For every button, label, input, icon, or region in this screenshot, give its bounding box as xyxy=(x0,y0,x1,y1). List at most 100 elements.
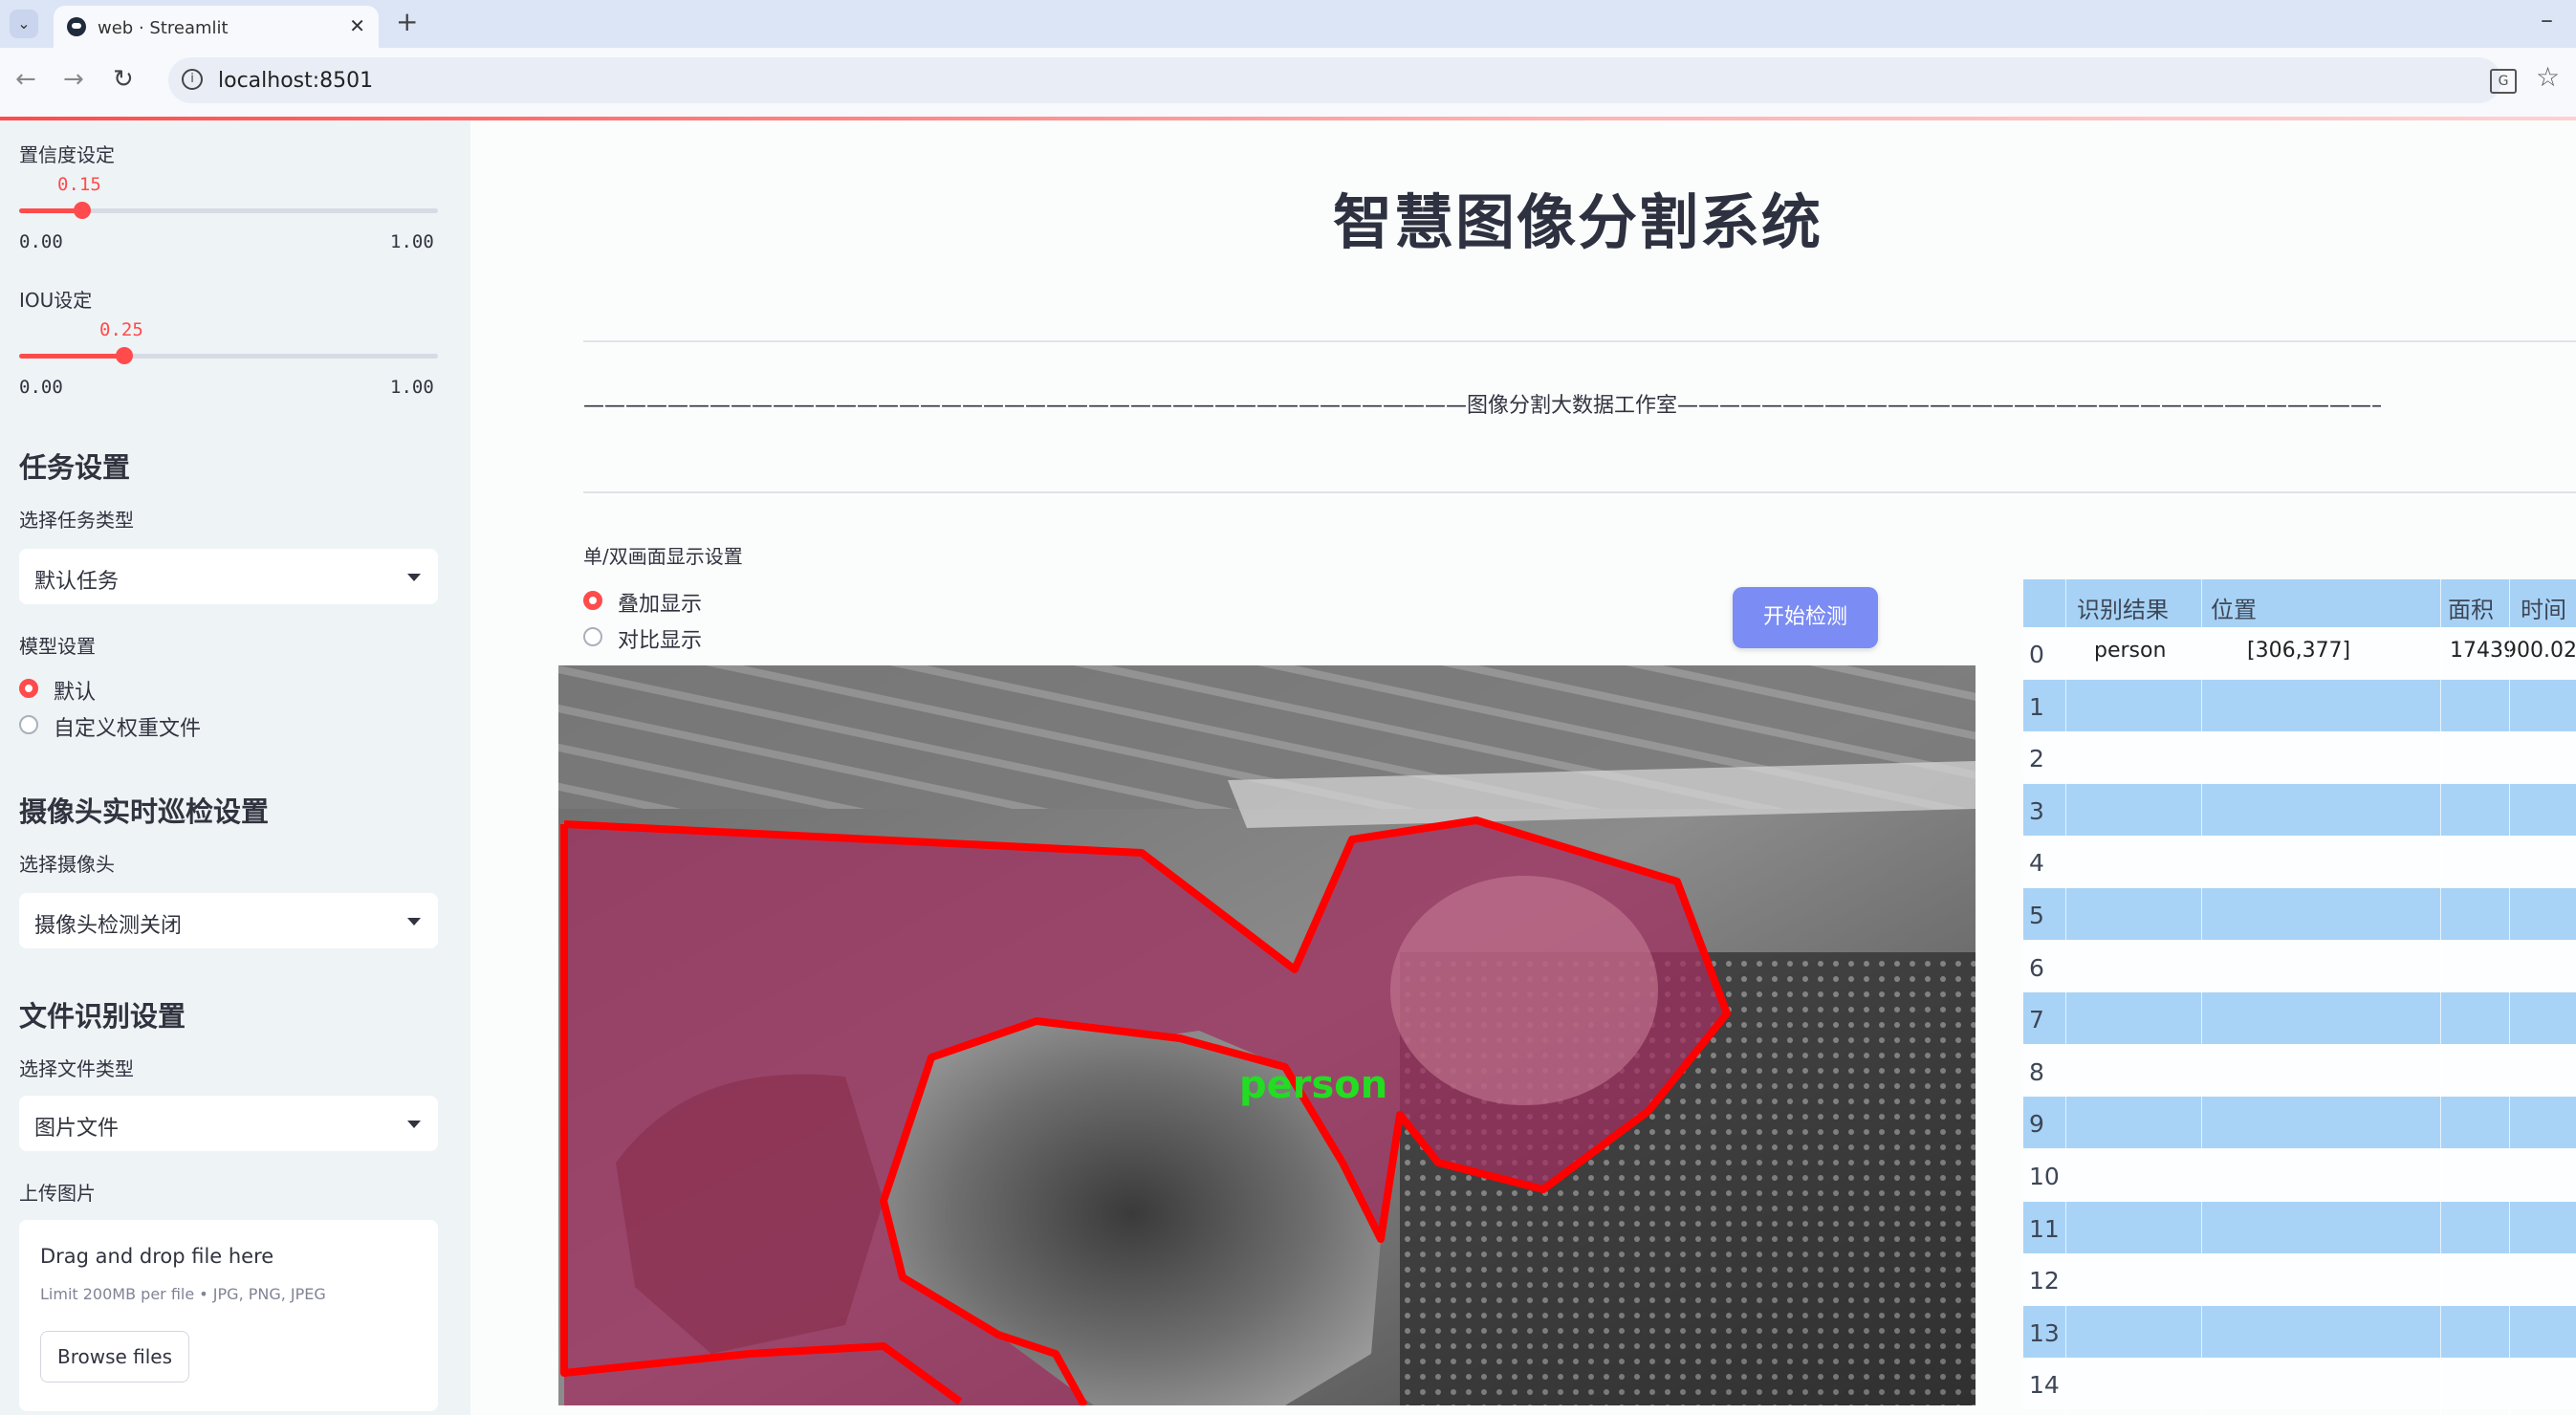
forward-arrow-icon[interactable]: → xyxy=(63,65,84,94)
confidence-slider[interactable] xyxy=(19,202,438,219)
radio-selected-icon[interactable] xyxy=(19,679,38,698)
radio-unselected-icon[interactable] xyxy=(19,715,38,734)
reload-icon[interactable]: ↻ xyxy=(113,65,134,94)
streamlit-favicon-icon xyxy=(67,17,86,36)
table-row[interactable]: 4 xyxy=(2023,836,2576,888)
row-index: 3 xyxy=(2029,796,2044,825)
row-index: 14 xyxy=(2029,1371,2060,1400)
detection-label: person xyxy=(1239,1063,1387,1107)
site-info-icon[interactable]: i xyxy=(182,69,203,90)
display-option-label: 叠加显示 xyxy=(618,593,703,617)
iou-max: 1.00 xyxy=(390,377,434,398)
iou-slider-thumb[interactable] xyxy=(115,347,133,364)
file-type-value: 图片文件 xyxy=(34,1117,120,1141)
task-settings-header: 任务设置 xyxy=(19,451,131,484)
display-option-label: 对比显示 xyxy=(618,629,703,653)
camera-select[interactable]: 摄像头检测关闭 xyxy=(19,893,438,948)
display-mode-label: 单/双画面显示设置 xyxy=(583,545,743,568)
file-dropzone[interactable]: Drag and drop file here Limit 200MB per … xyxy=(19,1220,438,1411)
model-option-label: 默认 xyxy=(54,681,97,705)
chevron-down-icon xyxy=(407,1121,421,1128)
table-header: 识别结果 位置 面积 时间 xyxy=(2023,579,2576,627)
dropzone-title: Drag and drop file here xyxy=(40,1245,274,1268)
back-arrow-icon[interactable]: ← xyxy=(15,65,36,94)
url-field[interactable]: i localhost:8501 xyxy=(168,57,2501,103)
iou-slider-fill xyxy=(19,354,124,359)
table-row[interactable]: 3 xyxy=(2023,783,2576,836)
confidence-max: 1.00 xyxy=(390,231,434,252)
confidence-slider-thumb[interactable] xyxy=(73,202,91,219)
task-type-value: 默认任务 xyxy=(34,570,120,594)
table-row[interactable]: 10 xyxy=(2023,1149,2576,1201)
row-index: 13 xyxy=(2029,1318,2060,1347)
divider xyxy=(583,491,2576,493)
row-index: 5 xyxy=(2029,902,2044,929)
studio-banner: ————————————————————————————————————————… xyxy=(583,394,2381,418)
column-header-time: 时间 xyxy=(2521,597,2566,623)
camera-settings-header: 摄像头实时巡检设置 xyxy=(19,795,270,828)
table-row[interactable]: 1 xyxy=(2023,679,2576,731)
table-row[interactable]: 5 xyxy=(2023,888,2576,940)
row-index: 12 xyxy=(2029,1267,2060,1295)
tab-title: web · Streamlit xyxy=(98,18,229,38)
close-tab-icon[interactable]: ✕ xyxy=(349,14,365,37)
result-image-canvas: person xyxy=(558,665,1976,1405)
minimize-window-icon[interactable]: – xyxy=(2541,6,2553,34)
dropzone-limit: Limit 200MB per file • JPG, PNG, JPEG xyxy=(40,1285,326,1303)
radio-selected-icon[interactable] xyxy=(583,591,602,610)
iou-value: 0.25 xyxy=(99,319,143,340)
radio-unselected-icon[interactable] xyxy=(583,627,602,646)
chevron-down-icon xyxy=(407,918,421,925)
cell-area: 1743900.02 xyxy=(2450,639,2576,663)
iou-slider[interactable] xyxy=(19,347,438,364)
upload-label: 上传图片 xyxy=(19,1182,96,1205)
task-type-label: 选择任务类型 xyxy=(19,509,134,532)
chevron-down-icon xyxy=(407,574,421,581)
column-header-result: 识别结果 xyxy=(2077,597,2169,623)
face-area xyxy=(1390,876,1658,1105)
row-index: 8 xyxy=(2029,1057,2044,1086)
start-detection-button[interactable]: 开始检测 xyxy=(1733,587,1878,648)
column-divider xyxy=(2440,579,2441,1415)
cell-position: [306,377] xyxy=(2247,639,2351,663)
column-header-area: 面积 xyxy=(2448,597,2494,623)
column-divider xyxy=(2201,579,2202,1415)
table-row[interactable]: 2 xyxy=(2023,731,2576,784)
translate-icon[interactable]: G xyxy=(2490,69,2517,94)
row-index: 0 xyxy=(2029,641,2044,668)
table-row[interactable]: 8 xyxy=(2023,1044,2576,1097)
bookmark-star-icon[interactable]: ☆ xyxy=(2536,61,2560,93)
browse-files-button[interactable]: Browse files xyxy=(40,1331,189,1382)
table-row[interactable]: 11 xyxy=(2023,1201,2576,1253)
confidence-min: 0.00 xyxy=(19,231,63,252)
url-text: localhost:8501 xyxy=(218,69,374,93)
file-type-select[interactable]: 图片文件 xyxy=(19,1096,438,1151)
tab-search-dropdown-icon[interactable]: ⌄ xyxy=(10,10,38,38)
column-divider xyxy=(2065,579,2066,1415)
row-index: 4 xyxy=(2029,849,2044,878)
table-row[interactable]: 6 xyxy=(2023,940,2576,992)
row-index: 2 xyxy=(2029,745,2044,773)
browser-tab[interactable]: web · Streamlit ✕ xyxy=(54,6,379,48)
column-header-position: 位置 xyxy=(2211,597,2257,623)
browser-tab-bar: ⌄ web · Streamlit ✕ + – xyxy=(0,0,2576,48)
row-index: 11 xyxy=(2029,1214,2060,1243)
table-row[interactable]: 14 xyxy=(2023,1358,2576,1410)
confidence-slider-fill xyxy=(19,208,82,213)
task-type-select[interactable]: 默认任务 xyxy=(19,549,438,604)
table-row[interactable]: 12 xyxy=(2023,1253,2576,1306)
table-row[interactable]: 9 xyxy=(2023,1097,2576,1149)
row-index: 7 xyxy=(2029,1006,2044,1034)
model-option-label: 自定义权重文件 xyxy=(54,717,202,741)
row-index: 9 xyxy=(2029,1110,2044,1139)
segmentation-result-image: person xyxy=(558,665,1976,1405)
file-settings-header: 文件识别设置 xyxy=(19,1000,186,1033)
table-row[interactable]: 0 person [306,377] 1743900.02 xyxy=(2023,627,2576,679)
page-title: 智慧图像分割系统 xyxy=(1333,187,1823,257)
confidence-label: 置信度设定 xyxy=(19,143,115,166)
row-index: 10 xyxy=(2029,1163,2060,1190)
new-tab-icon[interactable]: + xyxy=(396,6,418,37)
row-index: 1 xyxy=(2029,692,2044,721)
table-row[interactable]: 7 xyxy=(2023,992,2576,1045)
table-row[interactable]: 13 xyxy=(2023,1305,2576,1358)
